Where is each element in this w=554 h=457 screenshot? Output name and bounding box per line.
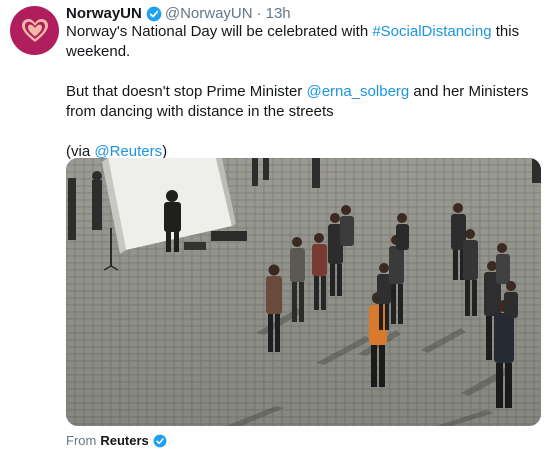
- source-link[interactable]: Reuters: [100, 432, 148, 450]
- tweet-paragraph-1: Norway's National Day will be celebrated…: [66, 22, 536, 62]
- author-handle[interactable]: @NorwayUN: [165, 4, 253, 24]
- heart-logo-icon: [21, 18, 48, 42]
- tweet-header: NorwayUN @NorwayUN · 13h: [66, 4, 291, 24]
- verified-badge-icon: [146, 6, 162, 22]
- hashtag-link[interactable]: #SocialDistancing: [372, 23, 491, 40]
- from-label: From: [66, 433, 97, 448]
- video-media[interactable]: [66, 158, 541, 426]
- tweet-timestamp[interactable]: 13h: [266, 4, 291, 24]
- text-segment: But that doesn't stop Prime Minister: [66, 83, 307, 100]
- text-segment: Norway's National Day will be celebrated…: [66, 23, 373, 40]
- tweet-paragraph-2: But that doesn't stop Prime Minister @er…: [66, 82, 536, 122]
- video-frame: [66, 158, 541, 426]
- media-source: From Reuters: [66, 432, 170, 450]
- avatar[interactable]: [10, 6, 59, 55]
- author-name[interactable]: NorwayUN: [66, 4, 142, 24]
- verified-badge-icon: [153, 434, 167, 448]
- separator-dot: ·: [256, 5, 262, 22]
- mention-link[interactable]: @erna_solberg: [306, 83, 409, 100]
